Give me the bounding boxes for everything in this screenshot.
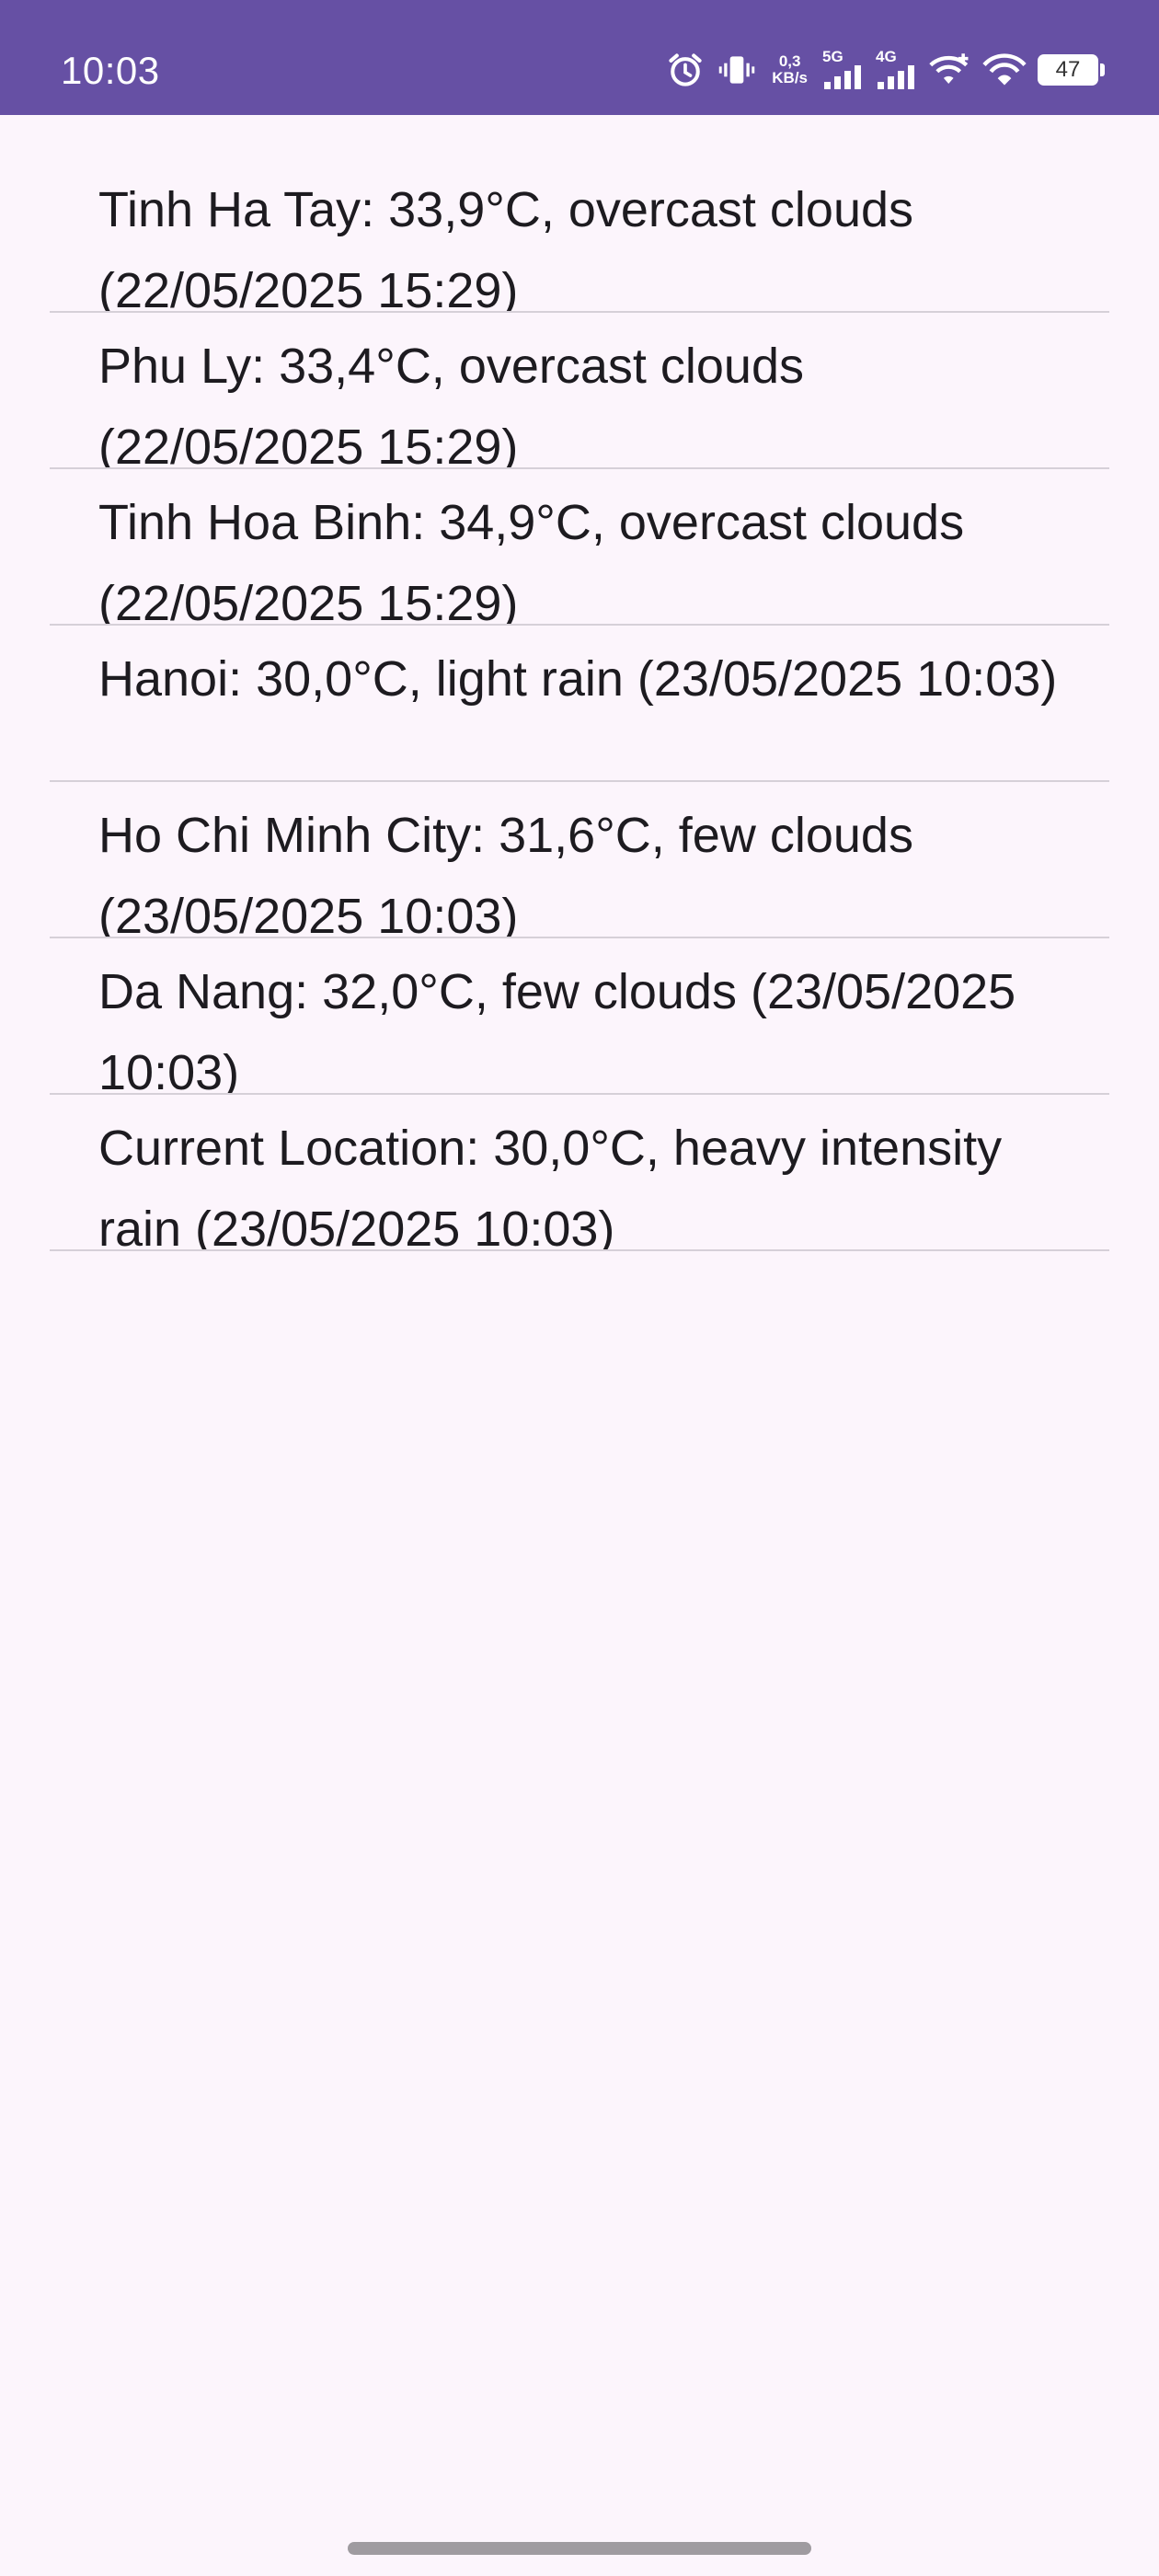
- wifi-plus-icon: [929, 50, 971, 90]
- weather-item-text: Da Nang: 32,0°C, few clouds (23/05/2025 …: [98, 964, 1016, 1095]
- network-speed-value: 0,3: [778, 52, 801, 70]
- weather-item-text: Phu Ly: 33,4°C, overcast clouds (22/05/2…: [98, 339, 804, 469]
- status-bar: 10:03 0,3 KB/s 5G 4G 47: [0, 0, 1159, 115]
- weather-item-ho-chi-minh-city[interactable]: Ho Chi Minh City: 31,6°C, few clouds (23…: [50, 782, 1109, 938]
- signal-5g-icon: 5G: [822, 49, 865, 91]
- weather-item-text: Tinh Hoa Binh: 34,9°C, overcast clouds (…: [98, 495, 965, 626]
- wifi-icon: [982, 50, 1027, 90]
- network-speed: 0,3 KB/s: [772, 53, 808, 86]
- weather-item-tinh-hoa-binh[interactable]: Tinh Hoa Binh: 34,9°C, overcast clouds (…: [50, 469, 1109, 626]
- network-speed-unit: KB/s: [772, 69, 808, 86]
- weather-item-text: Tinh Ha Tay: 33,9°C, overcast clouds (22…: [98, 182, 914, 313]
- app-screen: 10:03 0,3 KB/s 5G 4G 47 Tinh Ha Tay: 33,…: [0, 0, 1159, 2576]
- signal-5g-label: 5G: [822, 48, 843, 65]
- signal-4g-icon: 4G: [876, 49, 918, 91]
- weather-item-da-nang[interactable]: Da Nang: 32,0°C, few clouds (23/05/2025 …: [50, 938, 1109, 1095]
- home-indicator[interactable]: [348, 2542, 811, 2555]
- signal-4g-label: 4G: [876, 48, 897, 65]
- weather-item-hanoi[interactable]: Hanoi: 30,0°C, light rain (23/05/2025 10…: [50, 626, 1109, 782]
- battery-icon: 47: [1038, 54, 1105, 86]
- vibrate-icon: [717, 50, 757, 90]
- status-time: 10:03: [61, 49, 160, 92]
- battery-level: 47: [1055, 57, 1081, 82]
- status-icons: 0,3 KB/s 5G 4G 47: [665, 44, 1105, 96]
- weather-item-text: Hanoi: 30,0°C, light rain (23/05/2025 10…: [98, 651, 1058, 707]
- weather-item-current-location[interactable]: Current Location: 30,0°C, heavy intensit…: [50, 1095, 1109, 1251]
- weather-item-text: Ho Chi Minh City: 31,6°C, few clouds (23…: [98, 808, 913, 938]
- weather-item-tinh-ha-tay[interactable]: Tinh Ha Tay: 33,9°C, overcast clouds (22…: [50, 156, 1109, 313]
- weather-item-phu-ly[interactable]: Phu Ly: 33,4°C, overcast clouds (22/05/2…: [50, 313, 1109, 469]
- weather-list: Tinh Ha Tay: 33,9°C, overcast clouds (22…: [50, 156, 1109, 1251]
- alarm-icon: [665, 50, 706, 90]
- weather-item-text: Current Location: 30,0°C, heavy intensit…: [98, 1121, 1003, 1251]
